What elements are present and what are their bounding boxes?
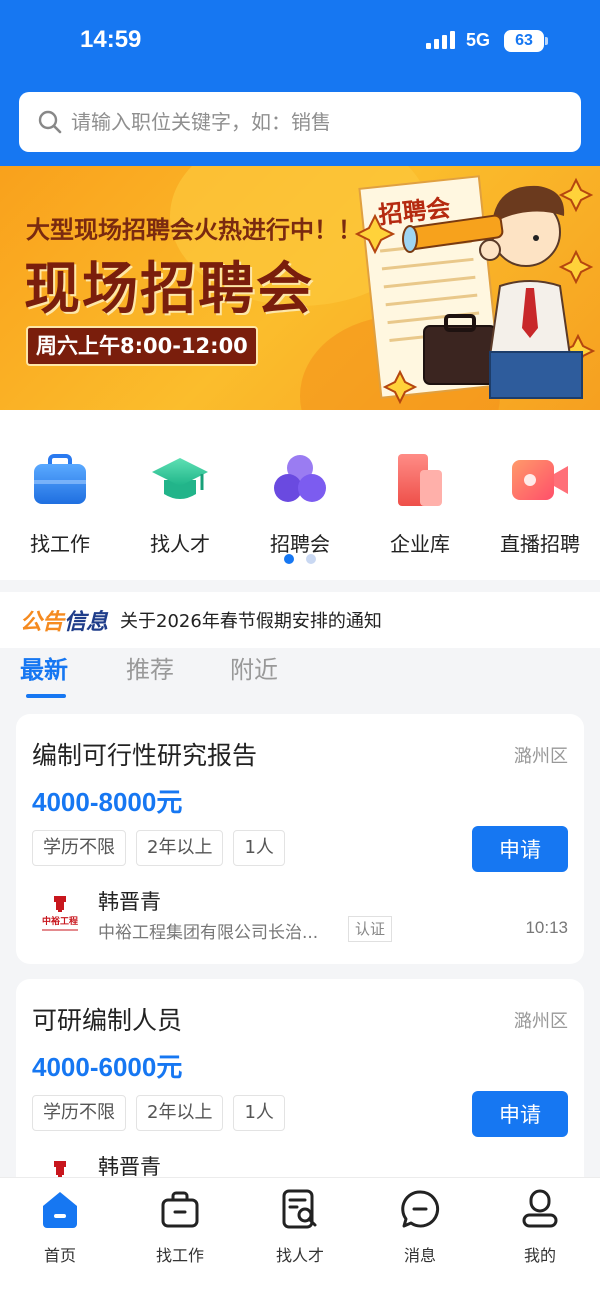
briefcase-outline-icon	[161, 1191, 199, 1228]
header: 14:59 5G 63	[0, 0, 600, 166]
job-fair-banner[interactable]: 大型现场招聘会火热进行中！！ 现场招聘会 周六上午8:00-12:00 招聘会	[0, 166, 600, 410]
apply-button[interactable]: 申请	[472, 826, 568, 872]
job-tags: 学历不限 2年以上 1人	[32, 1095, 285, 1131]
quick-nav-find-job[interactable]: 找工作	[0, 450, 120, 557]
profile-icon	[522, 1189, 558, 1228]
status-bar: 14:59 5G 63	[0, 0, 600, 80]
battery-tip	[545, 37, 548, 45]
job-tag: 学历不限	[32, 830, 126, 866]
job-list-tabs: 最新 推荐 附近	[0, 648, 600, 704]
company-name: 中裕工程集团有限公司长治...	[98, 923, 319, 943]
recruiter-name: 韩晋青	[98, 890, 161, 914]
banner-illustration: 招聘会	[354, 175, 596, 405]
job-title: 编制可行性研究报告	[32, 741, 258, 770]
tab-nearby[interactable]: 附近	[230, 650, 278, 685]
briefcase-icon	[34, 454, 86, 504]
quick-nav-live-recruiting[interactable]: 直播招聘	[480, 450, 600, 557]
banner-time-badge: 周六上午8:00-12:00	[26, 326, 258, 366]
svg-text:中裕工程: 中裕工程	[42, 915, 78, 927]
search-input[interactable]	[71, 110, 551, 134]
page-dot[interactable]	[306, 554, 316, 564]
graduation-cap-icon	[152, 458, 208, 499]
search-bar[interactable]	[19, 92, 581, 152]
job-salary: 4000-8000元	[32, 787, 183, 817]
bottom-nav: 首页 找工作 找人才 消息 我的	[0, 1177, 600, 1299]
search-icon	[38, 110, 62, 134]
job-tag: 1人	[233, 830, 285, 866]
quick-nav-label: 企业库	[390, 532, 450, 556]
nav-profile[interactable]: 我的	[480, 1188, 600, 1266]
job-district: 潞州区	[514, 1011, 568, 1032]
signal-icon	[426, 31, 458, 49]
live-video-icon	[512, 460, 568, 500]
quick-nav-label: 找人才	[150, 532, 210, 556]
nav-label: 找工作	[155, 1246, 204, 1265]
nav-label: 我的	[523, 1246, 556, 1265]
quick-nav-job-fair[interactable]: 招聘会	[240, 450, 360, 557]
post-time: 10:13	[525, 918, 568, 937]
job-tag: 2年以上	[136, 830, 224, 866]
quick-nav-label: 找工作	[30, 532, 90, 556]
nav-home[interactable]: 首页	[0, 1188, 120, 1266]
banner-subtitle: 大型现场招聘会火热进行中！！	[26, 216, 362, 244]
announcement-text[interactable]: 关于2026年春节假期安排的通知	[120, 607, 382, 633]
nav-label: 消息	[403, 1246, 436, 1265]
message-icon	[401, 1190, 440, 1228]
quick-nav: 找工作 找人才 招聘会 企业库 直播招聘	[0, 410, 600, 580]
job-card[interactable]: 编制可行性研究报告 潞州区 4000-8000元 学历不限 2年以上 1人 申请…	[16, 714, 584, 964]
network-type: 5G	[466, 30, 491, 50]
nav-find-talent[interactable]: 找人才	[240, 1188, 360, 1266]
job-tags: 学历不限 2年以上 1人	[32, 830, 285, 866]
verified-badge: 认证	[348, 916, 393, 942]
active-tab-indicator	[26, 694, 66, 698]
announcement-tag: 公告信息	[20, 610, 109, 635]
job-tag: 学历不限	[32, 1095, 126, 1131]
status-time: 14:59	[80, 26, 142, 53]
job-district: 潞州区	[514, 746, 568, 767]
quick-nav-find-talent[interactable]: 找人才	[120, 450, 240, 557]
pagination-dots	[284, 554, 316, 564]
apply-button[interactable]: 申请	[472, 1091, 568, 1137]
banner-title: 现场招聘会	[24, 257, 314, 322]
page-dot[interactable]	[284, 554, 294, 564]
nav-find-job[interactable]: 找工作	[120, 1188, 240, 1266]
job-fair-icon	[274, 455, 326, 502]
tab-latest[interactable]: 最新	[20, 650, 68, 685]
home-icon	[43, 1192, 77, 1228]
quick-nav-company-library[interactable]: 企业库	[360, 450, 480, 557]
job-salary: 4000-6000元	[32, 1052, 183, 1082]
job-title: 可研编制人员	[32, 1006, 183, 1035]
announcement-bar[interactable]: 公告信息 关于2026年春节假期安排的通知	[0, 592, 600, 648]
nav-label: 找人才	[275, 1246, 324, 1265]
tab-recommended[interactable]: 推荐	[126, 650, 174, 685]
company-logo: 中裕工程	[36, 892, 84, 936]
resume-search-icon	[282, 1189, 317, 1229]
nav-messages[interactable]: 消息	[360, 1188, 480, 1266]
job-tag: 2年以上	[136, 1095, 224, 1131]
nav-label: 首页	[43, 1246, 76, 1265]
quick-nav-label: 直播招聘	[500, 532, 580, 556]
job-tag: 1人	[233, 1095, 285, 1131]
quick-nav-label: 招聘会	[270, 532, 330, 556]
company-icon	[398, 454, 442, 506]
battery-icon: 63	[504, 30, 544, 52]
